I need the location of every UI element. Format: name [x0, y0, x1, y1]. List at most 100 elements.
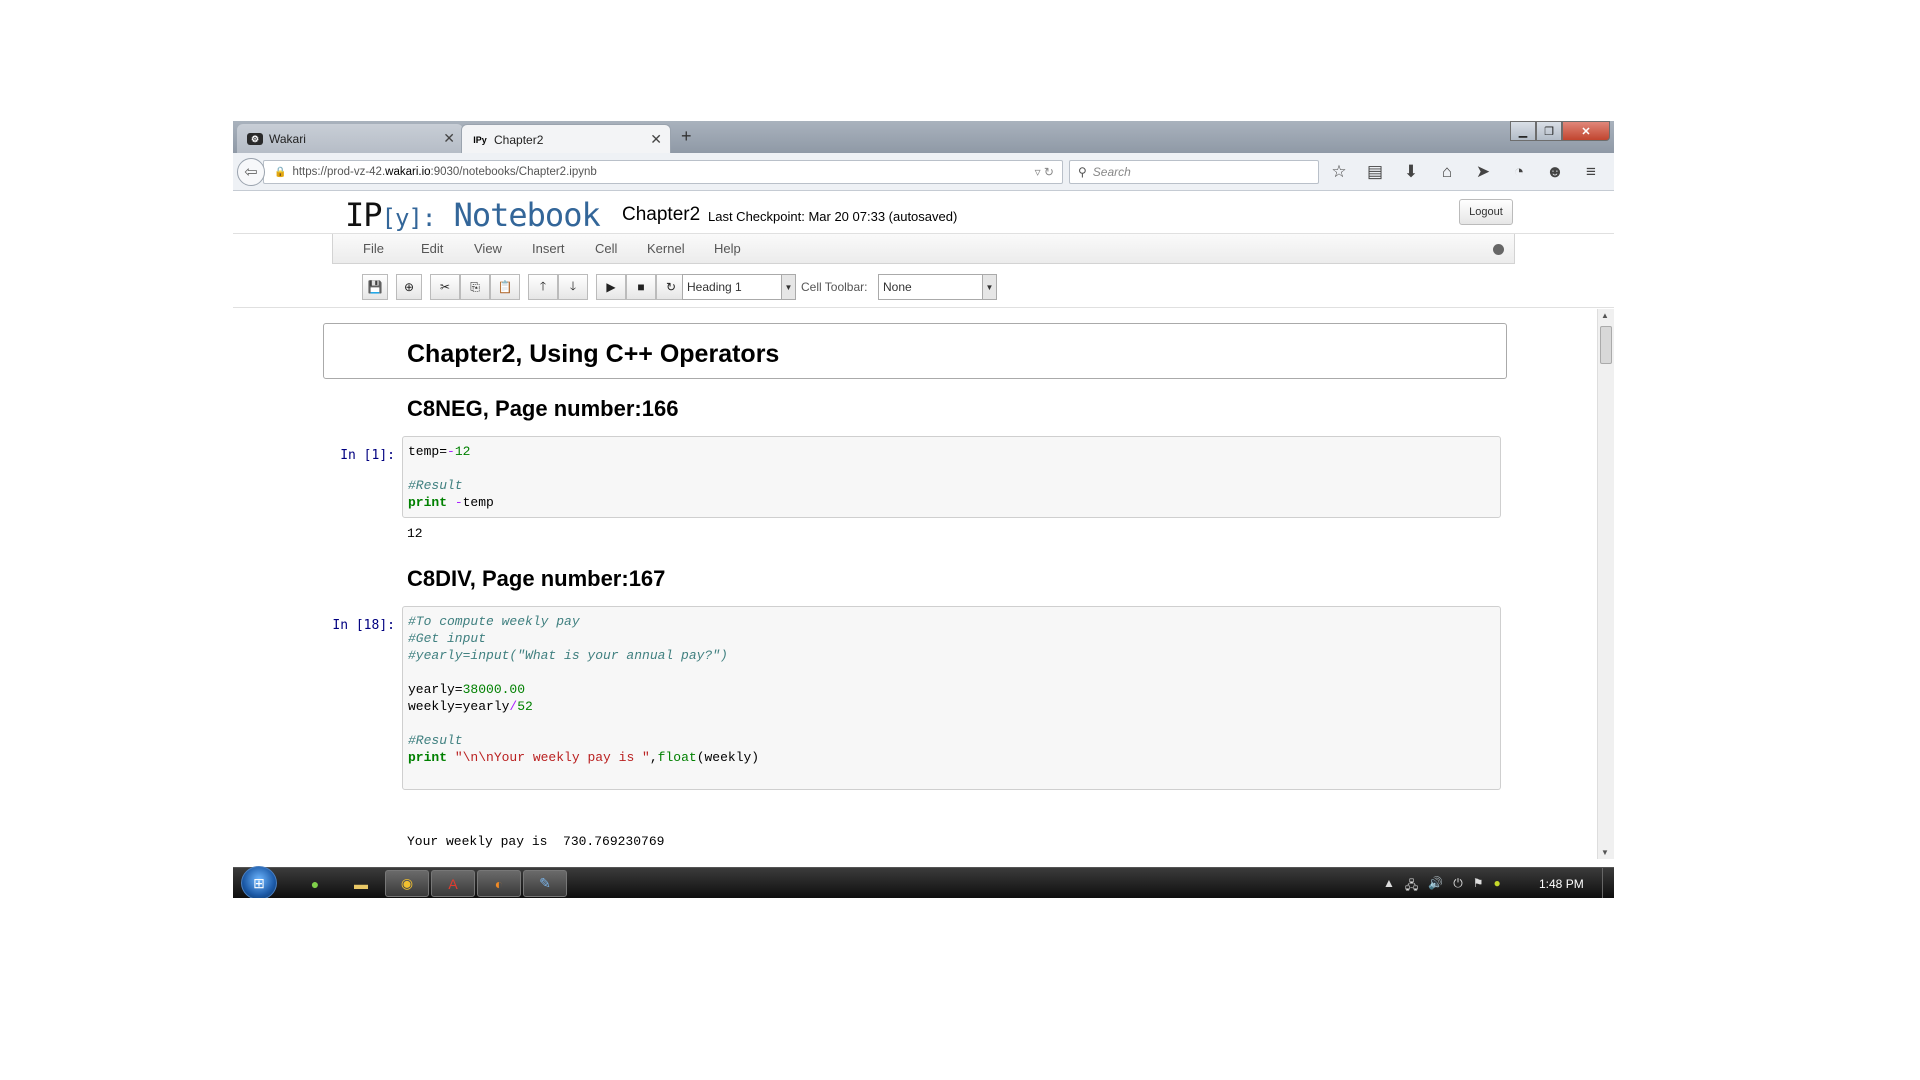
download-icon[interactable]: ⬇ [1401, 162, 1421, 182]
menu-cell[interactable]: Cell [595, 241, 617, 256]
wakari-icon: ⚙ [247, 133, 263, 145]
history-icon[interactable]: ◔ [1509, 162, 1529, 182]
acrobat-icon[interactable]: A [431, 870, 475, 897]
chrome-icon[interactable]: ◉ [385, 870, 429, 897]
tab-label: Chapter2 [494, 132, 544, 147]
heading-cell-selected[interactable]: Chapter2, Using C++ Operators [323, 323, 1507, 379]
send-icon[interactable]: ➤ [1473, 162, 1493, 182]
code-line: #To compute weekly pay [408, 614, 580, 629]
url-bar[interactable]: 🔒 https://prod-vz-42. wakari.io:9030/note… [263, 160, 1063, 184]
menu-help[interactable]: Help [714, 241, 741, 256]
url-suffix: :9030/notebooks/Chapter2.ipynb [430, 166, 597, 178]
menubar: File Edit View Insert Cell Kernel Help [332, 234, 1515, 264]
chat-icon[interactable]: ☻ [1545, 162, 1565, 182]
code-line: weekly=yearly/52 [408, 699, 533, 714]
tab-wakari[interactable]: ⚙ Wakari ✕ [237, 124, 463, 154]
cell-output: 12 [407, 526, 423, 541]
taskbar: ⊞ ● ▬ ◉ A ◐ ✎ ▲ 🖧 🔊 ⏻ ⚑ ● 1:48 PM [233, 866, 1614, 898]
utorrent-icon[interactable]: ● [293, 870, 337, 897]
scroll-up-icon[interactable]: ▲ [1601, 311, 1609, 320]
new-tab-button[interactable]: + [681, 126, 692, 147]
app-tray-icon[interactable]: ● [1494, 876, 1501, 897]
code-line: print "\n\nYour weekly pay is ",float(we… [408, 750, 760, 765]
search-icon: ⚲ [1078, 165, 1087, 179]
close-icon[interactable]: ✕ [650, 131, 662, 148]
browser-window: ⚙ Wakari ✕ IPy Chapter2 ✕ + ▁ ❐ ✕ 🔒 http… [233, 121, 1614, 898]
menu-icon[interactable]: ≡ [1581, 162, 1601, 182]
logo-ip: IP [345, 196, 383, 234]
code-line: #yearly=input("What is your annual pay?"… [408, 648, 728, 663]
close-icon[interactable]: ✕ [443, 130, 455, 147]
move-down-button[interactable]: 🡓 [558, 274, 588, 300]
volume-icon[interactable]: 🔊 [1428, 876, 1443, 897]
notebook-name[interactable]: Chapter2 [622, 204, 700, 226]
system-tray: ▲ 🖧 🔊 ⏻ ⚑ ● [1383, 876, 1501, 897]
url-prefix: https://prod-vz-42. [292, 166, 386, 178]
show-desktop-button[interactable] [1602, 868, 1614, 898]
notebook-header: IP[y]: Notebook Chapter2 Last Checkpoint… [233, 192, 1614, 234]
maximize-icon[interactable]: ❐ [1536, 121, 1562, 141]
cell-output: Your weekly pay is 730.769230769 [407, 834, 665, 849]
power-icon[interactable]: ⏻ [1453, 876, 1463, 897]
lock-icon: 🔒 [274, 166, 287, 178]
menu-insert[interactable]: Insert [532, 241, 565, 256]
reading-list-icon[interactable]: ▤ [1365, 162, 1385, 182]
minimize-icon[interactable]: ▁ [1510, 121, 1536, 141]
window-controls: ▁ ❐ ✕ [1510, 121, 1610, 141]
menu-view[interactable]: View [474, 241, 502, 256]
run-button[interactable]: ▶ [596, 274, 626, 300]
code-cell-div[interactable]: #To compute weekly pay #Get input #yearl… [402, 606, 1501, 790]
action-center-icon[interactable]: ⚑ [1473, 876, 1484, 897]
paste-button[interactable]: 📋 [490, 274, 520, 300]
logout-button[interactable]: Logout [1459, 199, 1513, 225]
tab-chapter2[interactable]: IPy Chapter2 ✕ [461, 124, 671, 154]
ipython-logo[interactable]: IP[y]: Notebook [345, 196, 601, 234]
firefox-icon[interactable]: ◐ [477, 870, 521, 897]
cell-toolbar-value: None [883, 280, 912, 294]
kernel-indicator [1493, 244, 1504, 255]
scroll-down-icon[interactable]: ▼ [1601, 848, 1609, 857]
checkpoint-status: Last Checkpoint: Mar 20 07:33 (autosaved… [708, 209, 958, 224]
explorer-icon[interactable]: ▬ [339, 870, 383, 897]
save-button[interactable]: 💾 [362, 274, 388, 300]
search-placeholder: Search [1092, 165, 1131, 179]
stop-button[interactable]: ■ [626, 274, 656, 300]
heading-2-neg: C8NEG, Page number:166 [407, 396, 679, 421]
notebook-toolbar: 💾 ⊕ ✂ ⎘ 📋 🡑 🡓 ▶ ■ ↻ Heading 1 ▼ Cell Too… [233, 264, 1614, 308]
paint-icon[interactable]: ✎ [523, 870, 567, 897]
code-line: yearly=38000.00 [408, 682, 526, 697]
code-line: temp=-12 [408, 444, 471, 459]
bookmark-star-icon[interactable]: ☆ [1329, 162, 1349, 182]
menu-file[interactable]: File [363, 241, 384, 256]
heading-2-div: C8DIV, Page number:167 [407, 566, 666, 591]
input-prompt: In [18]: [332, 618, 395, 633]
reload-icon[interactable]: ▿ ↻ [1035, 165, 1054, 179]
start-button[interactable]: ⊞ [241, 866, 277, 898]
scroll-thumb[interactable] [1600, 326, 1612, 364]
back-button[interactable]: ⇦ [237, 158, 265, 186]
cut-button[interactable]: ✂ [430, 274, 460, 300]
ipython-icon: IPy [473, 134, 487, 145]
code-cell-neg[interactable]: temp=-12 #Result print -temp [402, 436, 1501, 518]
home-icon[interactable]: ⌂ [1437, 162, 1457, 182]
tray-expand-icon[interactable]: ▲ [1383, 876, 1395, 897]
menu-edit[interactable]: Edit [421, 241, 443, 256]
menu-kernel[interactable]: Kernel [647, 241, 685, 256]
chevron-down-icon: ▼ [781, 275, 795, 299]
code-line: #Result [408, 478, 463, 493]
scrollbar[interactable]: ▲ ▼ [1597, 309, 1614, 859]
cell-toolbar-select[interactable]: None ▼ [878, 274, 997, 300]
search-input[interactable]: ⚲ Search [1069, 160, 1319, 184]
close-window-icon[interactable]: ✕ [1562, 121, 1610, 141]
heading-1: Chapter2, Using C++ Operators [407, 340, 780, 368]
cell-type-value: Heading 1 [687, 280, 742, 294]
move-up-button[interactable]: 🡑 [528, 274, 558, 300]
logo-notebook: Notebook [453, 196, 601, 234]
network-icon[interactable]: 🖧 [1405, 876, 1418, 897]
logo-y: [y]: [381, 204, 437, 232]
clock[interactable]: 1:48 PM [1539, 877, 1584, 891]
insert-cell-button[interactable]: ⊕ [396, 274, 422, 300]
cell-type-select[interactable]: Heading 1 ▼ [682, 274, 796, 300]
copy-button[interactable]: ⎘ [460, 274, 490, 300]
url-host: wakari.io [385, 166, 431, 178]
